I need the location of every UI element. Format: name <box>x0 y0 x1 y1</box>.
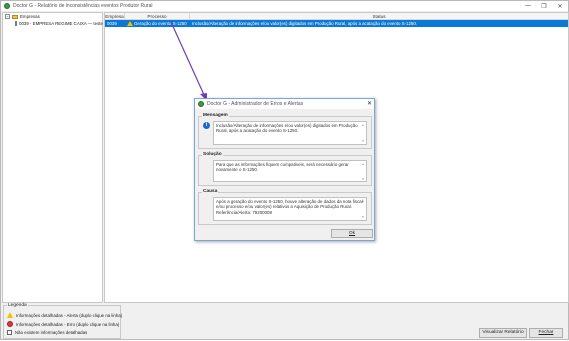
dialog-title: Doctor G - Administrador de Erros e Aler… <box>207 101 304 107</box>
error-icon <box>7 321 13 327</box>
mensagem-label: Mensagem <box>202 113 229 118</box>
mensagem-text[interactable]: Inclusão/Alteração de informações e/ou v… <box>213 121 367 145</box>
mensagem-group: Mensagem i Inclusão/Alteração de informa… <box>198 113 372 149</box>
causa-scrollbar[interactable]: ▲ ▼ <box>361 199 365 219</box>
legend-item-error: Informações detalhadas - Erro (duplo cli… <box>7 321 119 327</box>
ok-button[interactable]: Ok <box>331 229 373 238</box>
solucao-label: Solução <box>202 152 223 157</box>
mensagem-scrollbar[interactable]: ▲ ▼ <box>361 123 365 143</box>
main-window: Doctor G - Relatório de inconsistências … <box>0 0 569 340</box>
legend-item-none: Não existem informações detalhadas <box>7 330 87 335</box>
error-alert-dialog: Doctor G - Administrador de Erros e Aler… <box>194 98 375 241</box>
legend-item-label: Informações detalhadas - Erro (duplo cli… <box>16 321 120 327</box>
causa-text[interactable]: Após a geração do evento S-1250, houve a… <box>213 197 367 221</box>
causa-text-content: Após a geração do evento S-1250, houve a… <box>216 199 363 215</box>
legend-item-label: Não existem informações detalhadas <box>15 330 88 335</box>
solucao-text[interactable]: Para que as informações fiquem compatíve… <box>213 160 367 182</box>
view-report-label: Visualizar Relatório <box>482 330 524 335</box>
dialog-close-button[interactable]: ✕ <box>367 100 372 107</box>
mensagem-text-content: Inclusão/Alteração de informações e/ou v… <box>216 123 358 134</box>
close-window-button[interactable]: Fechar <box>529 328 563 338</box>
legend-item-label: Informações detalhadas - Alerta (duplo c… <box>16 312 123 318</box>
solucao-text-content: Para que as informações fiquem compatíve… <box>216 162 349 173</box>
dialog-title-bar: Doctor G - Administrador de Erros e Aler… <box>195 99 374 109</box>
info-icon: i <box>203 122 210 129</box>
causa-label: Causa <box>202 189 219 194</box>
view-report-button[interactable]: Visualizar Relatório <box>479 328 527 338</box>
close-window-label: Fechar <box>538 330 554 335</box>
causa-group: Causa Após a geração do evento S-1250, h… <box>198 189 372 225</box>
legend-panel: Legenda Informações detalhadas - Alerta … <box>3 303 122 339</box>
solucao-group: Solução Para que as informações fiquem c… <box>198 152 372 186</box>
warning-icon <box>7 312 13 318</box>
solucao-scrollbar[interactable]: ▲ ▼ <box>361 162 365 181</box>
dialog-app-icon <box>198 101 204 107</box>
legend-item-alert: Informações detalhadas - Alerta (duplo c… <box>7 312 122 318</box>
empty-checkbox-icon <box>7 330 12 335</box>
legend-title: Legenda <box>7 303 28 308</box>
